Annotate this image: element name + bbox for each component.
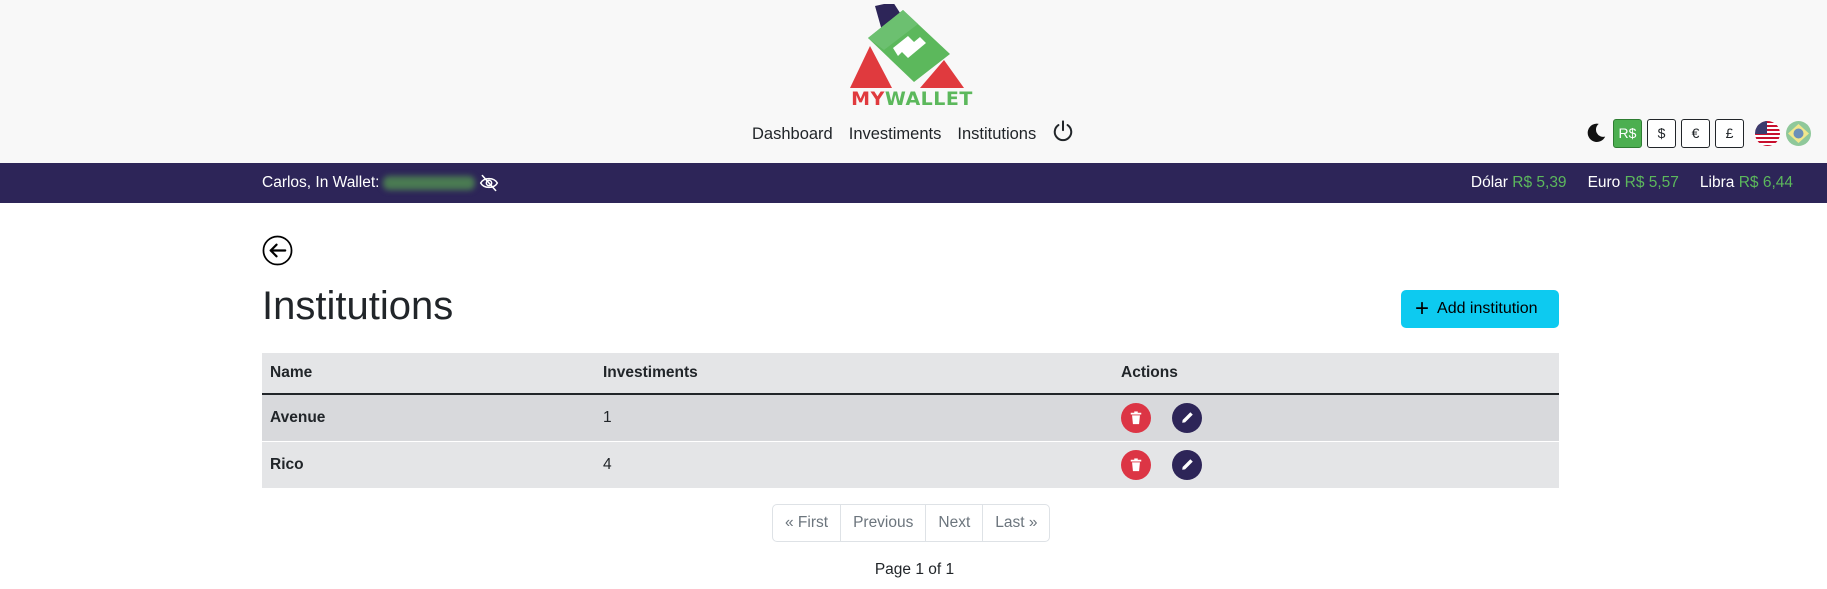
institution-investments-count: 4 bbox=[595, 441, 1113, 489]
add-institution-button[interactable]: + Add institution bbox=[1401, 290, 1559, 328]
delete-button[interactable] bbox=[1121, 449, 1151, 480]
institution-investments-count: 1 bbox=[595, 394, 1113, 442]
institutions-table: Name Investiments Actions Avenue 1 Rico … bbox=[262, 353, 1559, 489]
currency-usd-button[interactable]: $ bbox=[1647, 118, 1676, 148]
rate-dolar: Dólar R$ 5,39 bbox=[1470, 174, 1567, 191]
exchange-rates: Dólar R$ 5,39 Euro R$ 5,57 Libra R$ 6,44 bbox=[1450, 174, 1793, 192]
user-info-bar: Carlos, In Wallet: Dólar R$ 5,39 Euro R$… bbox=[0, 163, 1827, 203]
currency-brl-button[interactable]: R$ bbox=[1613, 118, 1642, 148]
wallet-summary: Carlos, In Wallet: bbox=[262, 174, 476, 192]
row-actions bbox=[1113, 441, 1559, 489]
page-title: Institutions bbox=[262, 284, 454, 328]
logo-text: MYWALLET bbox=[851, 88, 973, 110]
pagination-first[interactable]: « First bbox=[773, 505, 842, 541]
pencil-icon bbox=[1181, 412, 1193, 424]
currency-gbp-button[interactable]: £ bbox=[1715, 118, 1744, 148]
page-indicator: Page 1 of 1 bbox=[874, 561, 955, 578]
main-nav: Dashboard Investiments Institutions bbox=[752, 119, 1074, 149]
add-institution-label: Add institution bbox=[1437, 300, 1538, 317]
trash-icon bbox=[1130, 457, 1142, 471]
brazil-flag-icon[interactable] bbox=[1786, 120, 1811, 146]
top-header: MYWALLET Dashboard Investiments Institut… bbox=[0, 0, 1827, 163]
institution-name: Avenue bbox=[262, 394, 595, 442]
pagination-next[interactable]: Next bbox=[926, 505, 984, 541]
column-header-investments[interactable]: Investiments bbox=[595, 353, 1113, 395]
institution-name: Rico bbox=[262, 441, 595, 489]
eye-slash-icon[interactable] bbox=[479, 174, 499, 192]
rate-euro: Euro R$ 5,57 bbox=[1587, 174, 1679, 191]
pagination-last[interactable]: Last » bbox=[983, 505, 1049, 541]
column-header-name[interactable]: Name bbox=[262, 353, 595, 395]
table-row: Avenue 1 bbox=[262, 394, 1559, 442]
trash-icon bbox=[1130, 411, 1142, 424]
nav-investments[interactable]: Investiments bbox=[849, 125, 942, 144]
plus-icon: + bbox=[1415, 295, 1430, 322]
column-header-actions: Actions bbox=[1113, 353, 1559, 395]
moon-icon[interactable] bbox=[1585, 122, 1607, 144]
edit-button[interactable] bbox=[1172, 402, 1202, 433]
pagination-previous[interactable]: Previous bbox=[841, 505, 927, 541]
hidden-wallet-balance bbox=[383, 175, 476, 190]
nav-institutions[interactable]: Institutions bbox=[957, 125, 1036, 144]
logo-mark-icon bbox=[850, 4, 964, 88]
header-tools: R$ $ € £ bbox=[1585, 118, 1811, 148]
nav-dashboard[interactable]: Dashboard bbox=[752, 125, 833, 144]
delete-button[interactable] bbox=[1121, 402, 1151, 433]
user-greeting: Carlos, In Wallet: bbox=[262, 174, 380, 191]
table-header-row: Name Investiments Actions bbox=[262, 353, 1559, 395]
mywallet-logo[interactable]: MYWALLET bbox=[848, 4, 974, 110]
power-icon[interactable] bbox=[1052, 120, 1074, 142]
row-actions bbox=[1113, 394, 1559, 442]
table-row: Rico 4 bbox=[262, 441, 1559, 489]
pagination: « First Previous Next Last » bbox=[772, 504, 1051, 542]
rate-libra: Libra R$ 6,44 bbox=[1699, 174, 1793, 191]
pencil-icon bbox=[1181, 459, 1193, 470]
us-flag-icon[interactable] bbox=[1755, 120, 1780, 146]
currency-eur-button[interactable]: € bbox=[1681, 118, 1710, 148]
edit-button[interactable] bbox=[1172, 449, 1202, 480]
back-arrow-icon[interactable] bbox=[262, 235, 293, 266]
